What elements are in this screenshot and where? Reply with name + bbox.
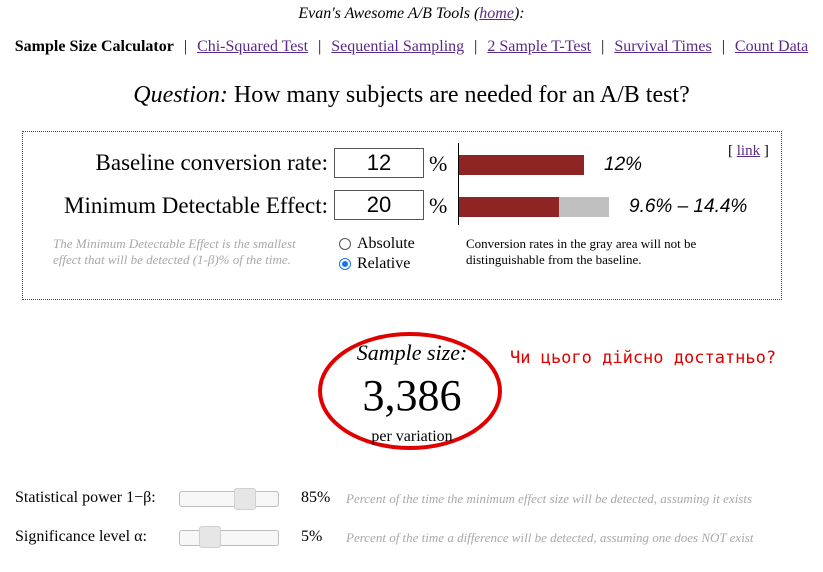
significance-label: Significance level α: <box>15 528 147 545</box>
mde-unit: % <box>429 193 448 218</box>
annotation-text: Чи цього дійсно достатньо? <box>510 348 777 368</box>
gray-area-note: Conversion rates in the gray area will n… <box>466 236 697 267</box>
mde-label: Minimum Detectable Effect: <box>64 193 328 218</box>
site-header: Evan's Awesome A/B Tools (home): <box>0 5 823 23</box>
significance-slider-thumb[interactable] <box>199 526 221 548</box>
mde-range-text: 9.6% – 14.4% <box>629 196 748 217</box>
sample-size-label: Sample size: <box>356 340 468 365</box>
nav-link-sequential-sampling[interactable]: Sequential Sampling <box>331 38 464 55</box>
question-text: How many subjects are needed for an A/B … <box>233 82 690 108</box>
mde-input[interactable] <box>334 190 424 220</box>
nav-current-sample-size: Sample Size Calculator <box>14 38 174 55</box>
baseline-unit: % <box>429 151 448 176</box>
radio-relative-button[interactable] <box>339 258 351 270</box>
link-bracket-open: [ <box>728 143 733 159</box>
power-description: Percent of the time the minimum effect s… <box>346 491 753 506</box>
power-label: Statistical power 1−β: <box>15 489 156 506</box>
nav-separator: | <box>474 38 478 55</box>
sample-size-unit: per variation <box>371 428 453 445</box>
home-link[interactable]: home <box>479 5 514 22</box>
mde-bar-fill <box>459 197 559 217</box>
nav-separator: | <box>183 38 188 55</box>
link-bracket-close: ] <box>763 143 769 159</box>
radio-absolute[interactable]: Absolute <box>339 235 415 253</box>
radio-relative[interactable]: Relative <box>339 255 410 273</box>
power-slider-track[interactable] <box>179 491 279 507</box>
baseline-label: Baseline conversion rate: <box>95 150 328 175</box>
nav-separator: | <box>721 38 725 55</box>
tool-nav: Sample Size Calculator | Chi-Squared Tes… <box>0 38 823 56</box>
page-question: Question: How many subjects are needed f… <box>0 82 823 109</box>
baseline-bar <box>459 155 584 175</box>
link-anchor[interactable]: link <box>737 143 760 159</box>
question-prefix: Question: <box>133 82 228 108</box>
radio-absolute-label: Absolute <box>357 235 415 252</box>
radio-absolute-button[interactable] <box>339 238 351 250</box>
power-slider-thumb[interactable] <box>234 488 256 510</box>
nav-link-2-sample-t-test[interactable]: 2 Sample T-Test <box>487 38 591 55</box>
nav-link-survival-times[interactable]: Survival Times <box>614 38 711 55</box>
baseline-bar-text: 12% <box>604 154 643 175</box>
nav-separator: | <box>601 38 605 55</box>
mde-note: The Minimum Detectable Effect is the sma… <box>53 236 296 267</box>
mde-bar-gray <box>559 197 609 217</box>
nav-separator: | <box>318 38 322 55</box>
permalink: [ link ] <box>728 143 769 160</box>
header-suffix: ): <box>513 5 525 22</box>
power-value: 85% <box>301 489 331 506</box>
baseline-input[interactable] <box>334 148 424 178</box>
significance-description: Percent of the time a difference will be… <box>346 530 754 545</box>
significance-slider-track[interactable] <box>179 530 279 546</box>
sample-size-value: 3,386 <box>362 371 462 420</box>
header-prefix: Evan's Awesome A/B Tools ( <box>298 5 480 22</box>
nav-link-count-data[interactable]: Count Data <box>735 38 808 55</box>
nav-link-chi-squared[interactable]: Chi-Squared Test <box>197 38 308 55</box>
radio-relative-label: Relative <box>357 255 411 272</box>
significance-value: 5% <box>301 528 323 545</box>
